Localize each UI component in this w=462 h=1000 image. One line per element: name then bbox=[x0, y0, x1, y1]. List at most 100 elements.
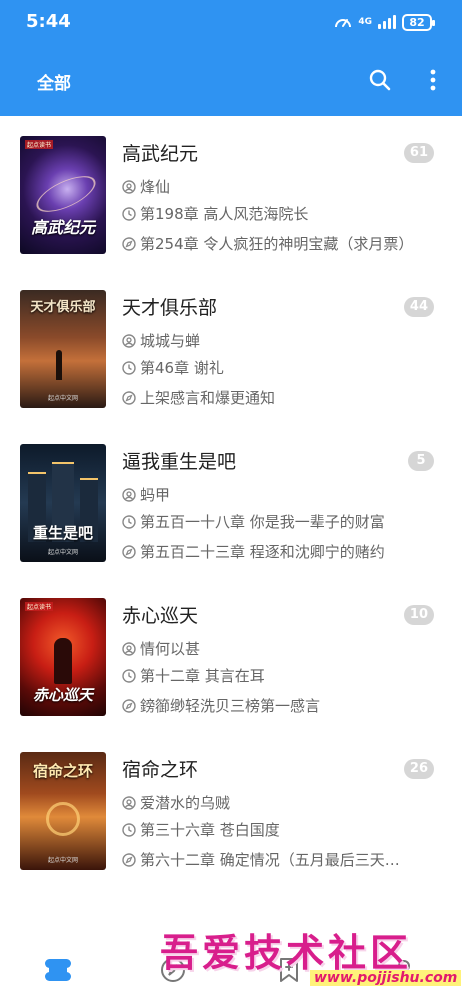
author-icon bbox=[122, 333, 136, 348]
latest-chapter: 上架感言和爆更通知 bbox=[140, 389, 276, 407]
cover-title: 赤心巡天 bbox=[32, 686, 93, 704]
cover-publisher: 起点中文网 bbox=[47, 857, 78, 864]
last-read-chapter: 第十二章 其言在耳 bbox=[140, 667, 265, 685]
author-icon bbox=[122, 641, 136, 656]
book-item[interactable]: 起点读书 高武纪元 高武纪元 烽仙 第198章 高人风范海院长 第254章 令人… bbox=[0, 116, 462, 270]
cover-title: 宿命之环 bbox=[32, 762, 93, 780]
last-read-row: 第十二章 其言在耳 bbox=[122, 665, 438, 686]
last-read-chapter: 第46章 谢礼 bbox=[140, 359, 224, 377]
book-author: 爱潜水的乌贼 bbox=[140, 794, 231, 812]
last-read-row: 第198章 高人风范海院长 bbox=[122, 203, 438, 224]
cover-figure bbox=[54, 638, 72, 684]
clock-icon bbox=[122, 206, 136, 221]
author-icon bbox=[122, 795, 136, 810]
clock-icon bbox=[122, 822, 136, 837]
bookshelf-list: 起点读书 高武纪元 高武纪元 烽仙 第198章 高人风范海院长 第254章 令人… bbox=[0, 116, 462, 886]
unread-count-badge: 61 bbox=[403, 143, 434, 163]
compass-icon bbox=[122, 852, 136, 867]
book-author-row: 城城与蝉 bbox=[122, 330, 438, 351]
latest-chapter: 第254章 令人疯狂的神明宝藏（求月票） bbox=[140, 235, 414, 253]
book-cover[interactable]: 宿命之环 起点中文网 bbox=[20, 752, 106, 870]
latest-chapter-row: 上架感言和爆更通知 bbox=[122, 387, 438, 408]
nav-bookshelf[interactable] bbox=[40, 952, 76, 988]
book-title: 天才俱乐部 bbox=[122, 297, 218, 319]
cover-ring bbox=[46, 802, 80, 836]
speed-icon bbox=[335, 19, 352, 28]
last-read-chapter: 第三十六章 苍白国度 bbox=[140, 821, 280, 839]
clock-icon bbox=[122, 514, 136, 529]
book-author: 情何以甚 bbox=[140, 640, 201, 658]
book-author-row: 烽仙 bbox=[122, 176, 438, 197]
book-author-row: 蚂甲 bbox=[122, 484, 438, 505]
more-options-button[interactable] bbox=[415, 62, 451, 98]
cover-planet-ring bbox=[31, 168, 101, 220]
book-item[interactable]: 起点读书 赤心巡天 赤心巡天 情何以甚 第十二章 其言在耳 鎊篽缈轻洗贝三榜第一… bbox=[0, 578, 462, 732]
bottom-navigation bbox=[0, 940, 462, 1000]
book-author: 烽仙 bbox=[140, 178, 171, 196]
search-icon bbox=[369, 69, 391, 91]
book-author-row: 爱潜水的乌贼 bbox=[122, 792, 438, 813]
cover-publisher-tag: 起点读书 bbox=[25, 140, 54, 149]
book-item[interactable]: 重生是吧 起点中文网 逼我重生是吧 蚂甲 第五百一十八章 你是我一辈子的财富 第… bbox=[0, 424, 462, 578]
nav-profile[interactable] bbox=[386, 952, 422, 988]
clock-icon bbox=[122, 668, 136, 683]
signal-icon bbox=[378, 15, 396, 29]
book-cover[interactable]: 天才俱乐部 起点中文网 bbox=[20, 290, 106, 408]
nav-book-source[interactable] bbox=[271, 952, 307, 988]
battery-icon: 82 bbox=[402, 13, 435, 31]
latest-chapter: 鎊篽缈轻洗贝三榜第一感言 bbox=[140, 697, 321, 715]
last-read-row: 第三十六章 苍白国度 bbox=[122, 819, 438, 840]
book-title: 逼我重生是吧 bbox=[122, 451, 237, 473]
cover-figure bbox=[56, 350, 62, 380]
book-title: 高武纪元 bbox=[122, 143, 199, 165]
status-bar: 5:44 4G 82 bbox=[0, 0, 462, 44]
last-read-chapter: 第198章 高人风范海院长 bbox=[140, 205, 309, 223]
last-read-row: 第五百一十八章 你是我一辈子的财富 bbox=[122, 511, 438, 532]
profile-icon bbox=[393, 960, 415, 982]
unread-count-badge: 10 bbox=[403, 605, 434, 625]
search-button[interactable] bbox=[362, 62, 398, 98]
book-item[interactable]: 宿命之环 起点中文网 宿命之环 爱潜水的乌贼 第三十六章 苍白国度 第六十二章 … bbox=[0, 732, 462, 886]
author-icon bbox=[122, 179, 136, 194]
book-author: 城城与蝉 bbox=[140, 332, 201, 350]
book-cover[interactable]: 重生是吧 起点中文网 bbox=[20, 444, 106, 562]
page-title[interactable]: 全部 bbox=[37, 69, 71, 94]
author-icon bbox=[122, 487, 136, 502]
discover-icon bbox=[161, 958, 185, 982]
book-title: 赤心巡天 bbox=[122, 605, 199, 627]
clock-icon bbox=[122, 360, 136, 375]
latest-chapter-row: 第254章 令人疯狂的神明宝藏（求月票） bbox=[122, 233, 438, 254]
cover-publisher: 起点中文网 bbox=[47, 549, 78, 556]
latest-chapter-row: 鎊篽缈轻洗贝三榜第一感言 bbox=[122, 695, 438, 716]
bookshelf-icon bbox=[45, 959, 71, 981]
cover-title: 天才俱乐部 bbox=[30, 300, 96, 315]
last-read-row: 第46章 谢礼 bbox=[122, 357, 438, 378]
latest-chapter: 第六十二章 确定情况（五月最后三天… bbox=[140, 851, 400, 869]
unread-count-badge: 26 bbox=[403, 759, 434, 779]
book-cover[interactable]: 起点读书 赤心巡天 bbox=[20, 598, 106, 716]
network-type: 4G bbox=[358, 16, 372, 27]
nav-discover[interactable] bbox=[155, 952, 191, 988]
status-time: 5:44 bbox=[26, 11, 71, 32]
unread-count-badge: 44 bbox=[403, 297, 434, 317]
book-source-icon bbox=[280, 958, 298, 982]
cover-title: 高武纪元 bbox=[30, 218, 95, 237]
book-title: 宿命之环 bbox=[122, 759, 199, 781]
compass-icon bbox=[122, 390, 136, 405]
book-item[interactable]: 天才俱乐部 起点中文网 天才俱乐部 城城与蝉 第46章 谢礼 上架感言和爆更通知… bbox=[0, 270, 462, 424]
latest-chapter-row: 第五百二十三章 程逐和沈卿宁的赌约 bbox=[122, 541, 438, 562]
cover-publisher-tag: 起点读书 bbox=[25, 602, 54, 611]
cover-publisher: 起点中文网 bbox=[47, 395, 78, 402]
compass-icon bbox=[122, 698, 136, 713]
unread-count-badge: 5 bbox=[408, 451, 434, 471]
book-author: 蚂甲 bbox=[140, 486, 171, 504]
app-bar: 5:44 4G 82 全部 bbox=[0, 0, 462, 116]
compass-icon bbox=[122, 236, 136, 251]
compass-icon bbox=[122, 544, 136, 559]
last-read-chapter: 第五百一十八章 你是我一辈子的财富 bbox=[140, 513, 385, 531]
cover-title: 重生是吧 bbox=[32, 524, 93, 542]
latest-chapter: 第五百二十三章 程逐和沈卿宁的赌约 bbox=[140, 543, 385, 561]
status-indicators: 4G 82 bbox=[334, 12, 435, 32]
book-cover[interactable]: 起点读书 高武纪元 bbox=[20, 136, 106, 254]
more-vert-icon bbox=[430, 69, 436, 91]
